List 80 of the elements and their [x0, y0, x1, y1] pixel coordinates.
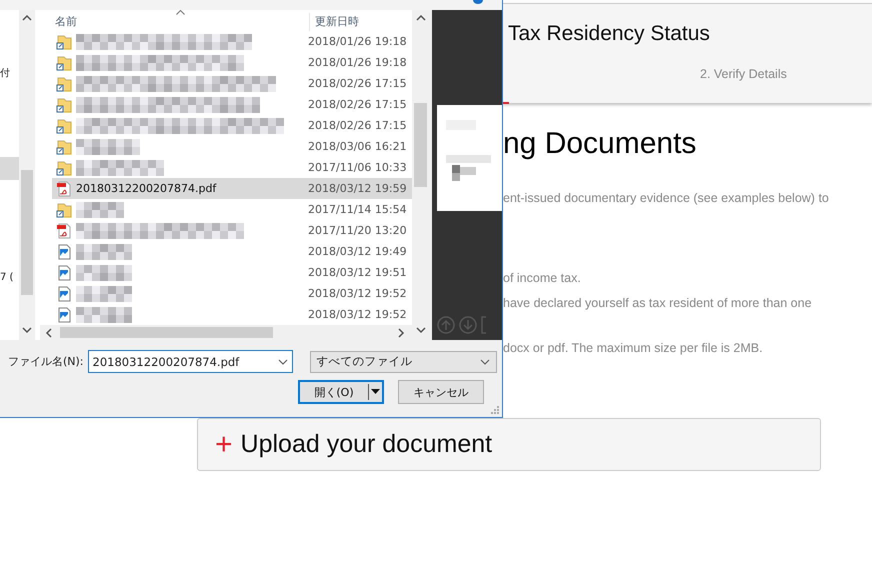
blurred-name — [76, 286, 132, 302]
arrow-down-circle-icon[interactable] — [459, 316, 477, 334]
caret-icon — [369, 389, 382, 395]
sort-caret-icon — [176, 10, 185, 15]
file-date: 2018/03/12 19:59 — [308, 182, 407, 195]
file-row[interactable]: 20180312200207874.pdf 2018/03/12 19:59 — [52, 178, 412, 199]
arrow-up-circle-icon[interactable] — [437, 316, 455, 334]
file-date: 2018/02/26 17:15 — [308, 98, 407, 111]
file-type-dropdown[interactable]: すべてのファイル — [310, 350, 497, 372]
nav-item[interactable] — [0, 157, 19, 180]
scrollbar-thumb[interactable] — [414, 103, 427, 187]
scrollbar-thumb[interactable] — [60, 327, 273, 338]
instruction-text: ent-issued documentary evidence (see examples below) to — [503, 191, 830, 205]
file-row[interactable]: 2017/11/06 10:33 — [52, 157, 412, 178]
column-header[interactable]: 名前 — [55, 14, 309, 31]
section-heading: ng Documents — [503, 127, 698, 161]
folder-shortcut-icon — [56, 118, 72, 134]
file-row[interactable]: 2018/01/26 19:18 — [52, 52, 412, 73]
blurred-name — [76, 202, 124, 218]
file-row[interactable]: 2018/03/12 19:49 — [52, 241, 412, 262]
pdf-file-icon — [56, 180, 72, 196]
instruction-text: have declared yourself as tax resident of more than one — [503, 296, 813, 310]
image-file-icon — [56, 306, 72, 322]
file-date: 2018/03/12 19:52 — [308, 287, 407, 300]
folder-shortcut-icon — [56, 76, 72, 92]
folder-shortcut-icon — [56, 202, 72, 218]
file-date: 2017/11/06 10:33 — [308, 161, 407, 174]
filename-field[interactable]: 20180312200207874.pdf — [88, 350, 293, 373]
folder-shortcut-icon — [56, 54, 72, 70]
blurred-name — [76, 264, 132, 280]
file-row[interactable]: 2017/11/20 13:20 — [52, 220, 412, 241]
chevron-down-icon[interactable] — [22, 326, 32, 336]
page-title: Tax Residency Status — [508, 22, 711, 46]
upload-button[interactable]: + Upload your document — [197, 418, 821, 471]
cancel-button[interactable]: キャンセル — [398, 380, 484, 404]
chevron-down-icon — [480, 358, 490, 364]
file-date: 2018/03/12 19:51 — [308, 266, 407, 279]
file-date: 2018/01/26 19:18 — [308, 56, 407, 69]
open-button[interactable]: 開く(O) — [298, 380, 384, 404]
file-date: 2018/03/06 16:21 — [308, 140, 407, 153]
file-row[interactable]: 2018/02/26 17:15 — [52, 73, 412, 94]
chevron-down-icon — [278, 358, 288, 364]
nav-item[interactable]: 付 — [0, 62, 19, 85]
file-row[interactable]: 2018/03/12 19:51 — [52, 262, 412, 283]
file-date: 2017/11/14 15:54 — [308, 203, 407, 216]
file-row[interactable]: 2018/03/12 19:52 — [52, 283, 412, 304]
file-name: 20180312200207874.pdf — [76, 182, 216, 195]
file-row[interactable]: 2018/03/12 19:52 — [52, 304, 412, 325]
scrollbar-thumb[interactable] — [21, 170, 33, 295]
file-date: 2018/03/12 19:49 — [308, 245, 407, 258]
image-file-icon — [56, 244, 72, 260]
image-file-icon — [56, 286, 72, 302]
chevron-down-icon[interactable] — [416, 326, 426, 336]
file-row[interactable]: 2017/11/14 15:54 — [52, 199, 412, 220]
nav-item[interactable]: 7 ( — [0, 266, 19, 289]
file-row[interactable]: 2018/01/26 19:18 — [52, 31, 412, 52]
resize-grip-icon — [491, 406, 499, 414]
file-date: 2017/11/20 13:20 — [308, 224, 407, 237]
horizontal-scrollbar[interactable] — [40, 325, 412, 340]
file-row[interactable]: 2018/02/26 17:15 — [52, 94, 412, 115]
step-label: 2. Verify Details — [700, 67, 788, 81]
column-header[interactable]: 更新日時 — [315, 14, 405, 31]
instruction-text: docx or pdf. The maximum size per file is 2MB. — [503, 341, 764, 355]
file-date: 2018/01/26 19:18 — [308, 35, 407, 48]
file-row[interactable]: 2018/02/26 17:15 — [52, 115, 412, 136]
blurred-name — [76, 306, 132, 322]
image-file-icon — [56, 264, 72, 280]
file-date: 2018/02/26 17:15 — [308, 77, 407, 90]
instruction-text: of income tax. — [503, 271, 582, 285]
folder-shortcut-icon — [56, 138, 72, 154]
pdf-file-icon — [56, 222, 72, 238]
folder-shortcut-icon — [56, 160, 72, 176]
file-date: 2018/03/12 19:52 — [308, 308, 407, 321]
filename-label: ファイル名(N): — [8, 354, 84, 369]
folder-shortcut-icon — [56, 96, 72, 112]
file-date: 2018/02/26 17:15 — [308, 119, 407, 132]
blurred-name — [76, 138, 140, 154]
folder-shortcut-icon — [56, 34, 72, 50]
blurred-name — [76, 244, 132, 260]
file-row[interactable]: 2018/03/06 16:21 — [52, 136, 412, 157]
